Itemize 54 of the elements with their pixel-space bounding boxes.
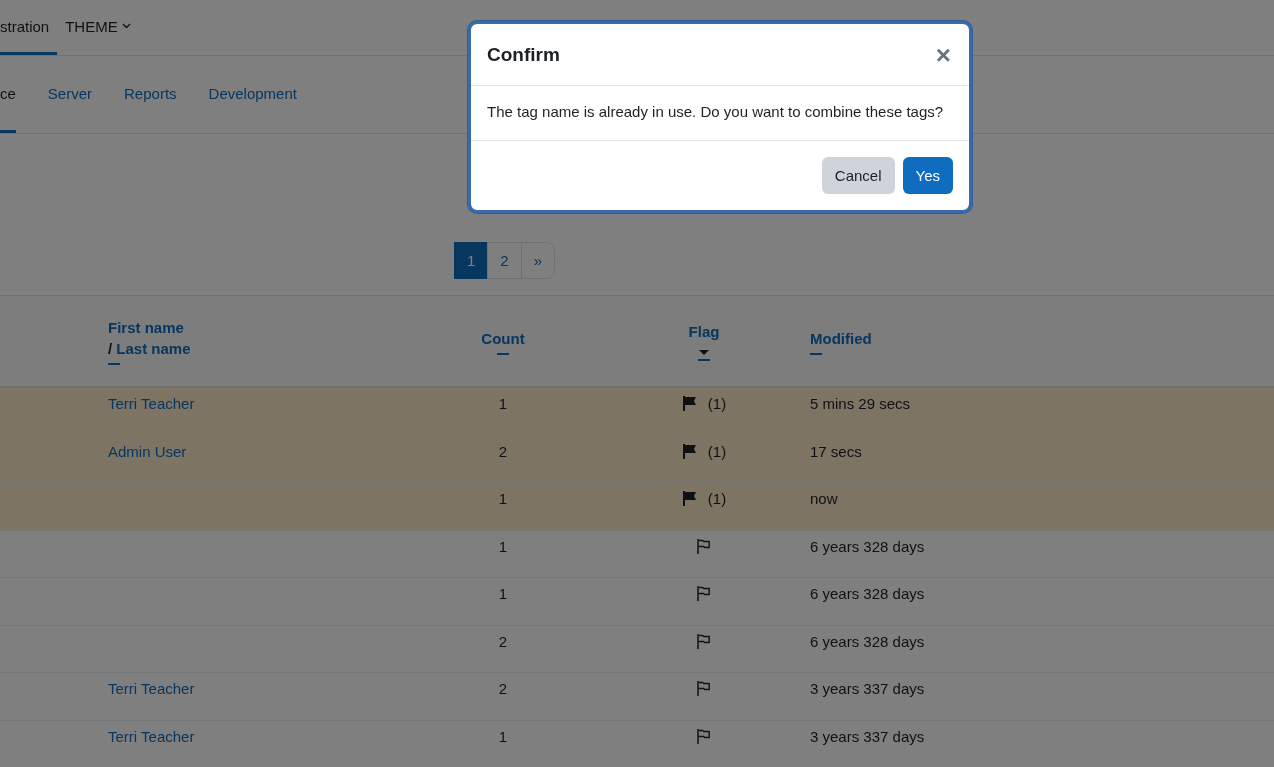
table-cell: 1 <box>498 727 508 745</box>
table-cell: 6 years 328 days <box>810 632 925 650</box>
table-cell: 3 years 337 days <box>810 680 925 698</box>
yes-button[interactable]: Yes <box>902 157 953 194</box>
flag-icon[interactable] <box>681 395 698 413</box>
table-cell: 2 <box>498 632 508 650</box>
dialog-title: Confirm <box>487 43 560 66</box>
table-cell: 1 <box>498 490 508 508</box>
column-header-link[interactable]: Flag <box>688 321 720 342</box>
table-cell: 1 <box>498 395 508 413</box>
table-cell: 6 years 328 days <box>810 585 925 603</box>
user-link[interactable]: Terri Teacher <box>108 680 195 698</box>
column-header-link[interactable]: Last name <box>116 340 191 357</box>
dialog-message: The tag name is already in use. Do you want to combine these tags? <box>487 103 944 120</box>
page-link[interactable]: 1 <box>454 242 489 279</box>
table-cell: 1 <box>498 537 508 555</box>
flag-icon[interactable] <box>696 680 712 698</box>
cancel-button[interactable]: Cancel <box>821 157 895 194</box>
table-cell: now <box>810 490 838 508</box>
flag-count: (1) <box>707 442 727 460</box>
nav-tab[interactable]: ce <box>0 56 16 133</box>
column-header-link[interactable]: Count <box>481 327 525 349</box>
table-cell: 1 <box>498 585 508 603</box>
separator-text: / <box>108 340 114 357</box>
collapse-icon[interactable] <box>810 352 822 355</box>
nav-tab[interactable]: Reports <box>124 56 177 133</box>
flag-icon[interactable] <box>696 585 712 603</box>
flag-icon[interactable] <box>681 442 698 460</box>
table-cell: 2 <box>498 442 508 460</box>
flag-icon[interactable] <box>696 727 712 745</box>
page-link[interactable]: » <box>520 242 556 279</box>
theme-dropdown[interactable]: THEME <box>65 0 139 55</box>
flag-icon[interactable] <box>681 490 698 508</box>
table-cell: 17 secs <box>810 442 862 460</box>
user-link[interactable]: Terri Teacher <box>108 395 195 413</box>
column-header-link[interactable]: First name <box>108 317 408 338</box>
flag-icon[interactable] <box>696 632 712 650</box>
column-header-link[interactable]: Modified <box>810 327 1274 349</box>
table-cell: 5 mins 29 secs <box>810 395 911 413</box>
flag-count: (1) <box>707 395 727 413</box>
user-link[interactable]: Terri Teacher <box>108 727 195 745</box>
user-link[interactable]: Admin User <box>108 442 187 460</box>
nav-tab[interactable]: Server <box>47 56 93 133</box>
collapse-icon[interactable] <box>497 352 509 355</box>
table-cell: 3 years 337 days <box>810 727 925 745</box>
flag-icon[interactable] <box>696 537 712 555</box>
table-cell: 6 years 328 days <box>810 537 925 555</box>
nav-tab[interactable]: stration <box>0 0 58 55</box>
page-link[interactable]: 2 <box>487 242 522 279</box>
close-button[interactable]: × <box>933 43 953 66</box>
nav-tab[interactable]: Development <box>208 56 297 133</box>
caret-icon <box>121 23 131 29</box>
table-cell: 2 <box>498 680 508 698</box>
flag-count: (1) <box>707 490 727 508</box>
